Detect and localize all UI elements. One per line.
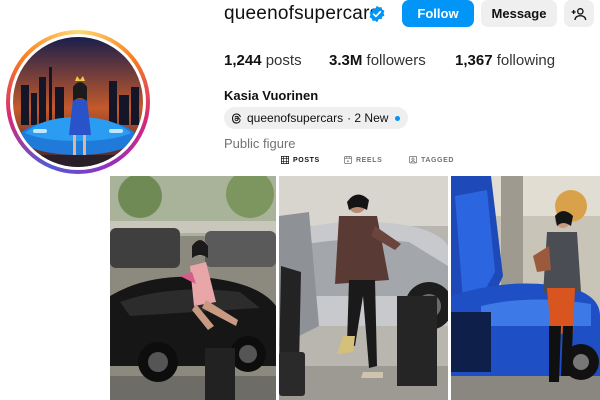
threads-handle: queenofsupercars — [247, 111, 344, 125]
followers-count-label: followers — [366, 52, 426, 69]
post-image — [451, 176, 600, 400]
message-button[interactable]: Message — [481, 0, 557, 27]
profile-avatar-ring[interactable] — [6, 30, 150, 174]
followers-count-value: 3.3M — [329, 52, 363, 69]
post-image — [110, 176, 276, 400]
tab-posts[interactable]: POSTS — [281, 156, 320, 164]
threads-link[interactable]: queenofsupercars · 2 New — [224, 107, 409, 129]
suggested-accounts-button[interactable] — [564, 0, 594, 27]
profile-full-name: Kasia Vuorinen — [224, 88, 319, 103]
new-indicator-dot — [395, 115, 401, 121]
post-thumbnail[interactable] — [279, 176, 448, 400]
tab-posts-label: POSTS — [293, 156, 320, 164]
posts-count-label: posts — [265, 52, 302, 69]
tab-tagged[interactable]: TAGGED — [409, 156, 454, 164]
post-thumbnail[interactable] — [451, 176, 600, 400]
followers-count[interactable]: 3.3M followers — [329, 52, 426, 69]
profile-category: Public figure — [224, 136, 296, 151]
tab-reels[interactable]: REELS — [344, 156, 382, 164]
posts-count-value: 1,244 — [224, 52, 262, 69]
avatar-border — [10, 34, 146, 170]
post-thumbnail[interactable] — [110, 176, 276, 400]
following-count-value: 1,367 — [455, 52, 493, 69]
reels-icon — [344, 156, 352, 164]
post-image — [279, 176, 448, 400]
tab-reels-label: REELS — [356, 156, 383, 164]
tab-tagged-label: TAGGED — [421, 156, 455, 164]
verified-badge-icon — [369, 5, 385, 23]
threads-icon — [232, 112, 241, 124]
threads-new-count: · 2 New — [347, 111, 389, 125]
grid-icon — [281, 156, 289, 164]
profile-username: queenofsupercars — [224, 3, 380, 24]
add-person-icon — [571, 7, 587, 20]
posts-count: 1,244 posts — [224, 52, 302, 69]
follow-button[interactable]: Follow — [402, 0, 474, 27]
following-count-label: following — [496, 52, 556, 69]
tagged-icon — [409, 156, 417, 164]
following-count[interactable]: 1,367 following — [455, 52, 555, 69]
avatar — [13, 37, 143, 167]
